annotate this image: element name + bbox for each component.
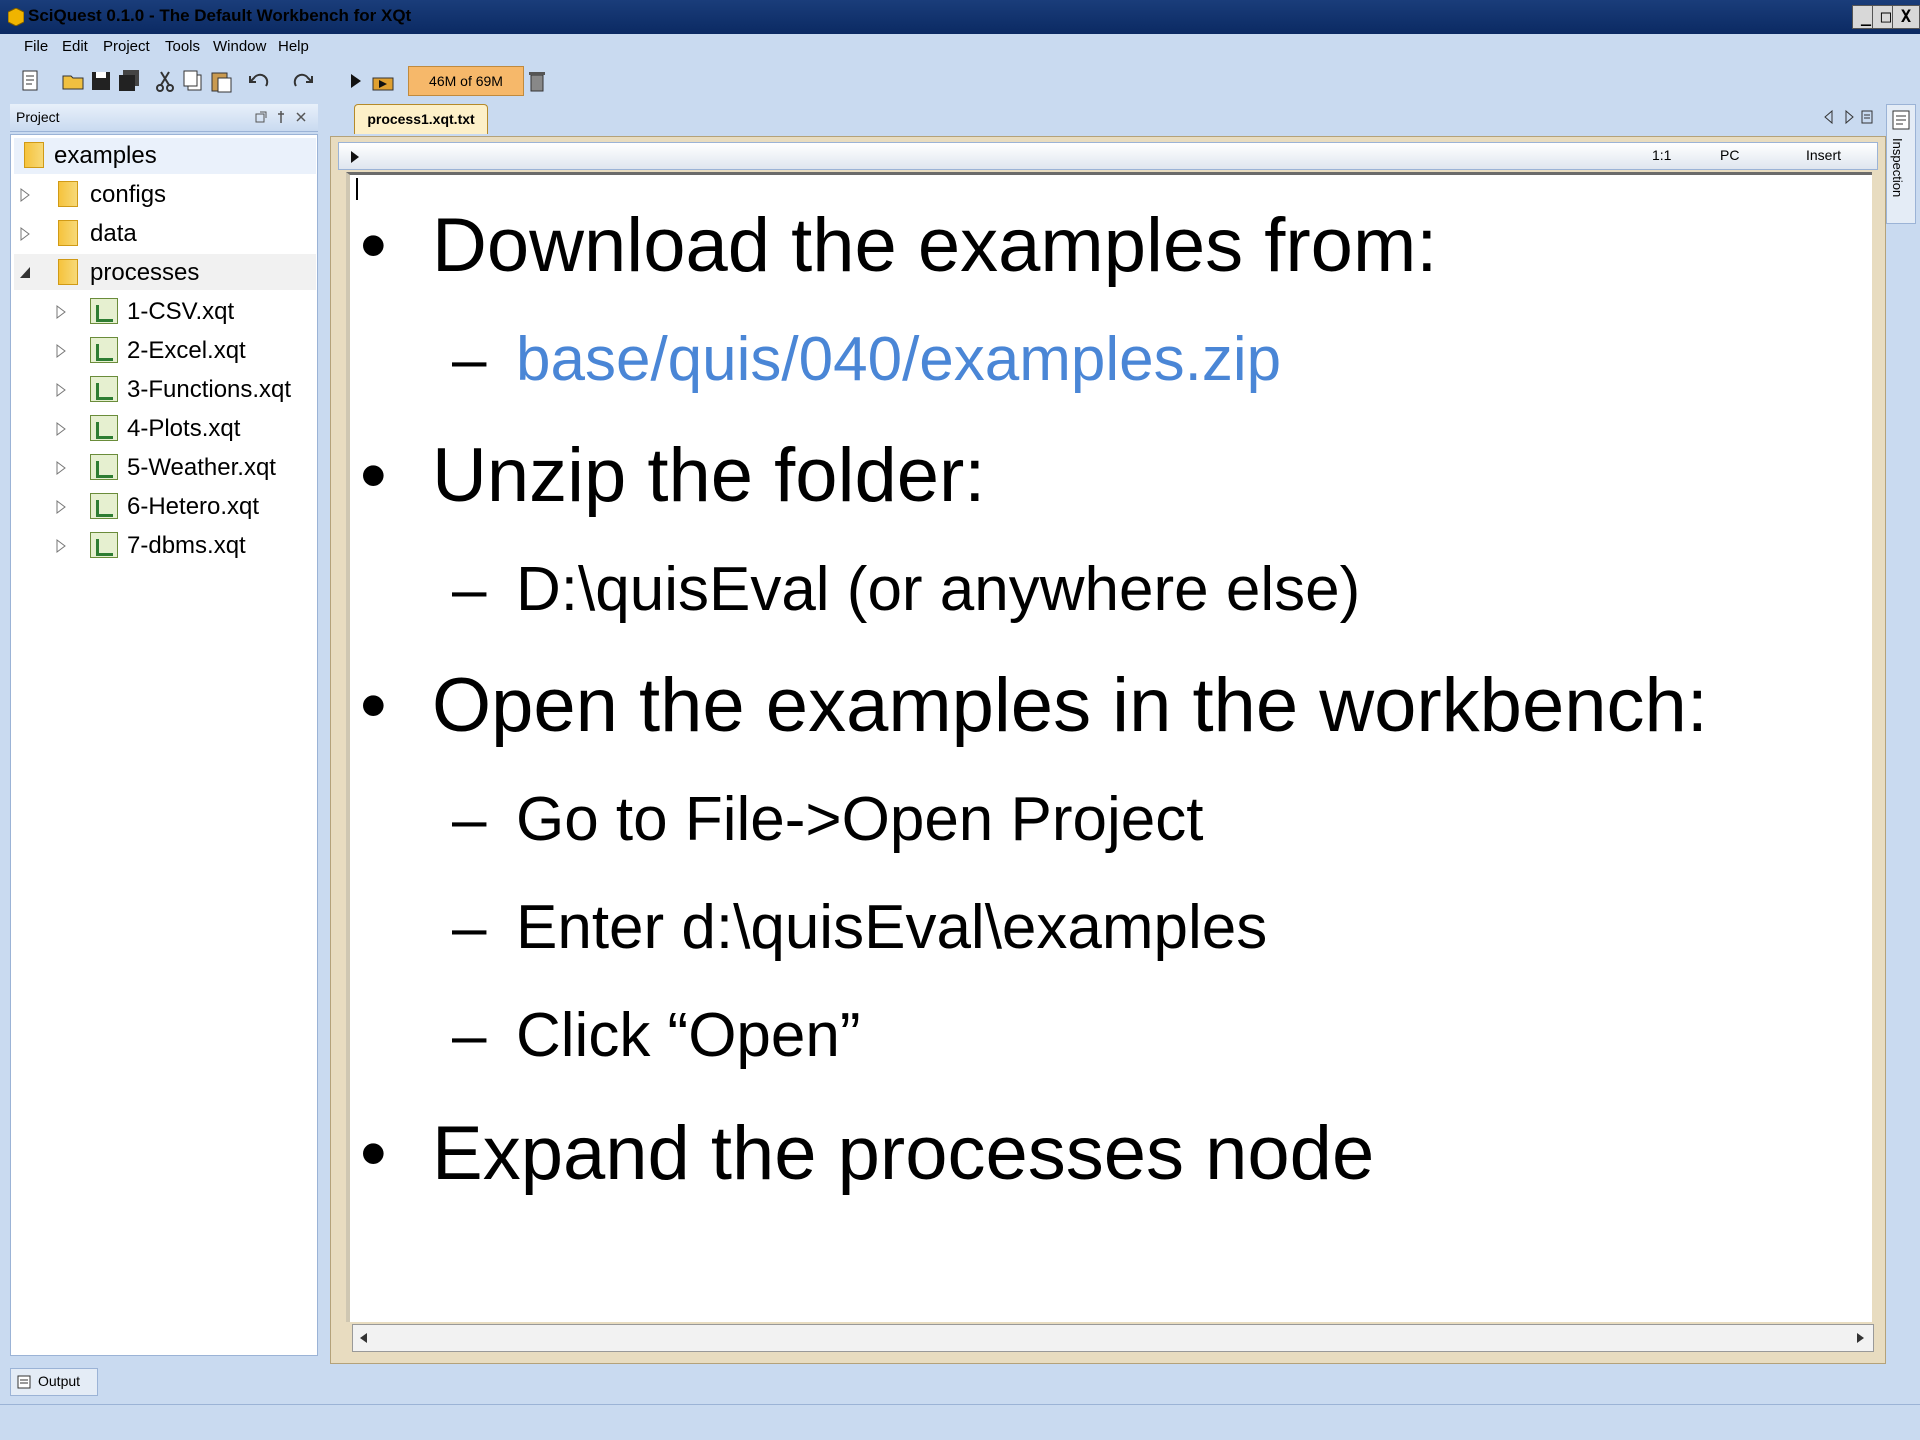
tree-item-process-file[interactable]: 3-Functions.xqt bbox=[127, 376, 291, 404]
paste-icon[interactable] bbox=[208, 68, 234, 94]
line-ending: PC bbox=[1720, 147, 1740, 163]
tree-item-process-file[interactable]: 6-Hetero.xqt bbox=[127, 493, 259, 521]
menu-help[interactable]: Help bbox=[278, 38, 309, 55]
app-icon bbox=[8, 8, 24, 26]
tree-item-processes: processes bbox=[90, 259, 200, 286]
bullet-text: Unzip the folder: bbox=[432, 433, 986, 518]
tab-list-icon[interactable] bbox=[1860, 108, 1874, 126]
menu-window[interactable]: Window bbox=[213, 38, 266, 55]
expand-arrow-icon[interactable] bbox=[54, 381, 68, 399]
pin-icon[interactable] bbox=[274, 110, 288, 124]
run-icon[interactable] bbox=[342, 68, 368, 94]
xqt-file-icon bbox=[90, 415, 118, 441]
cursor-position: 1:1 bbox=[1652, 147, 1672, 163]
folder-icon bbox=[58, 259, 78, 285]
restore-panel-icon[interactable] bbox=[254, 110, 268, 124]
inspection-label[interactable]: Inspection bbox=[1890, 138, 1905, 197]
menu-tools[interactable]: Tools bbox=[165, 38, 200, 55]
tree-label-examples: examples bbox=[54, 142, 157, 169]
editor-status-bar bbox=[338, 142, 1878, 170]
scroll-left-icon[interactable] bbox=[356, 1330, 372, 1346]
expand-arrow-icon[interactable] bbox=[18, 225, 32, 243]
sub-bullet-text: D:\quisEval (or anywhere else) bbox=[516, 555, 1361, 624]
tree-item-process-file[interactable]: 4-Plots.xqt bbox=[127, 415, 240, 443]
output-label: Output bbox=[38, 1373, 81, 1389]
text-cursor bbox=[356, 178, 358, 200]
bullet-marker: • bbox=[360, 663, 387, 748]
dash-marker: – bbox=[452, 555, 487, 624]
expand-arrow-icon[interactable] bbox=[54, 537, 68, 555]
cut-icon[interactable] bbox=[152, 68, 178, 94]
collapse-arrow-icon[interactable] bbox=[18, 264, 32, 282]
insert-mode: Insert bbox=[1806, 147, 1842, 163]
window-title: SciQuest 0.1.0 - The Default Workbench f… bbox=[28, 6, 412, 25]
tree-item-process-file[interactable]: 7-dbms.xqt bbox=[127, 532, 246, 560]
xqt-file-icon bbox=[90, 493, 118, 519]
dash-marker: – bbox=[452, 325, 487, 394]
bullet-text: Expand the processes node bbox=[432, 1111, 1375, 1196]
project-panel-title: Project bbox=[16, 109, 60, 125]
download-link[interactable]: base/quis/040/examples.zip bbox=[516, 324, 1281, 395]
dash-marker: – bbox=[452, 1001, 487, 1070]
copy-icon[interactable] bbox=[180, 68, 206, 94]
tab-scroll-left-icon[interactable] bbox=[1822, 108, 1836, 126]
horizontal-scrollbar[interactable] bbox=[352, 1324, 1874, 1352]
garbage-collect-icon[interactable] bbox=[524, 68, 550, 94]
scroll-right-icon[interactable] bbox=[1852, 1330, 1868, 1346]
tree-item-process-file[interactable]: 1-CSV.xqt bbox=[127, 298, 234, 326]
menu-edit[interactable]: Edit bbox=[62, 38, 88, 55]
menu-project[interactable]: Project bbox=[103, 38, 150, 55]
redo-icon[interactable] bbox=[290, 68, 316, 94]
folder-icon bbox=[24, 142, 44, 168]
xqt-file-icon bbox=[90, 532, 118, 558]
undo-icon[interactable] bbox=[246, 68, 272, 94]
xqt-file-icon bbox=[90, 337, 118, 363]
bullet-marker: • bbox=[360, 433, 387, 518]
expand-arrow-icon[interactable] bbox=[54, 420, 68, 438]
close-button[interactable]: X bbox=[1892, 5, 1920, 29]
status-bar bbox=[0, 1404, 1920, 1440]
open-folder-icon[interactable] bbox=[60, 68, 86, 94]
expand-arrow-icon[interactable] bbox=[54, 303, 68, 321]
output-icon bbox=[17, 1375, 31, 1389]
dash-marker: – bbox=[452, 785, 487, 854]
folder-icon bbox=[58, 181, 78, 207]
toolbar bbox=[0, 62, 1920, 102]
play-arrow-icon[interactable] bbox=[348, 148, 362, 166]
inspection-icon[interactable] bbox=[1890, 108, 1912, 132]
tree-item-configs[interactable]: configs bbox=[90, 181, 166, 209]
tree-item-process-file[interactable]: 2-Excel.xqt bbox=[127, 337, 246, 365]
save-icon[interactable] bbox=[88, 68, 114, 94]
sub-bullet-text: Enter d:\quisEval\examples bbox=[516, 893, 1268, 962]
xqt-file-icon bbox=[90, 454, 118, 480]
memory-indicator: 46M of 69M bbox=[408, 66, 524, 96]
dash-marker: – bbox=[452, 893, 487, 962]
xqt-file-icon bbox=[90, 376, 118, 402]
tree-item-data[interactable]: data bbox=[90, 220, 137, 248]
editor-tab[interactable]: process1.xqt.txt bbox=[354, 104, 488, 134]
bullet-text: Download the examples from: bbox=[432, 203, 1438, 288]
bullet-marker: • bbox=[360, 203, 387, 288]
sub-bullet-text: Click “Open” bbox=[516, 1001, 861, 1070]
bullet-text: Open the examples in the workbench: bbox=[432, 663, 1708, 748]
bullet-marker: • bbox=[360, 1111, 387, 1196]
expand-arrow-icon[interactable] bbox=[54, 342, 68, 360]
expand-arrow-icon[interactable] bbox=[54, 459, 68, 477]
sub-bullet-text: Go to File->Open Project bbox=[516, 785, 1204, 854]
new-file-icon[interactable] bbox=[18, 68, 44, 94]
tab-scroll-right-icon[interactable] bbox=[1842, 108, 1856, 126]
run-process-icon[interactable] bbox=[370, 68, 396, 94]
expand-arrow-icon[interactable] bbox=[54, 498, 68, 516]
xqt-file-icon bbox=[90, 298, 118, 324]
expand-arrow-icon[interactable] bbox=[18, 186, 32, 204]
save-all-icon[interactable] bbox=[116, 68, 142, 94]
close-panel-icon[interactable] bbox=[294, 110, 308, 124]
folder-icon bbox=[58, 220, 78, 246]
menu-file[interactable]: File bbox=[24, 38, 48, 55]
tree-item-process-file[interactable]: 5-Weather.xqt bbox=[127, 454, 276, 482]
